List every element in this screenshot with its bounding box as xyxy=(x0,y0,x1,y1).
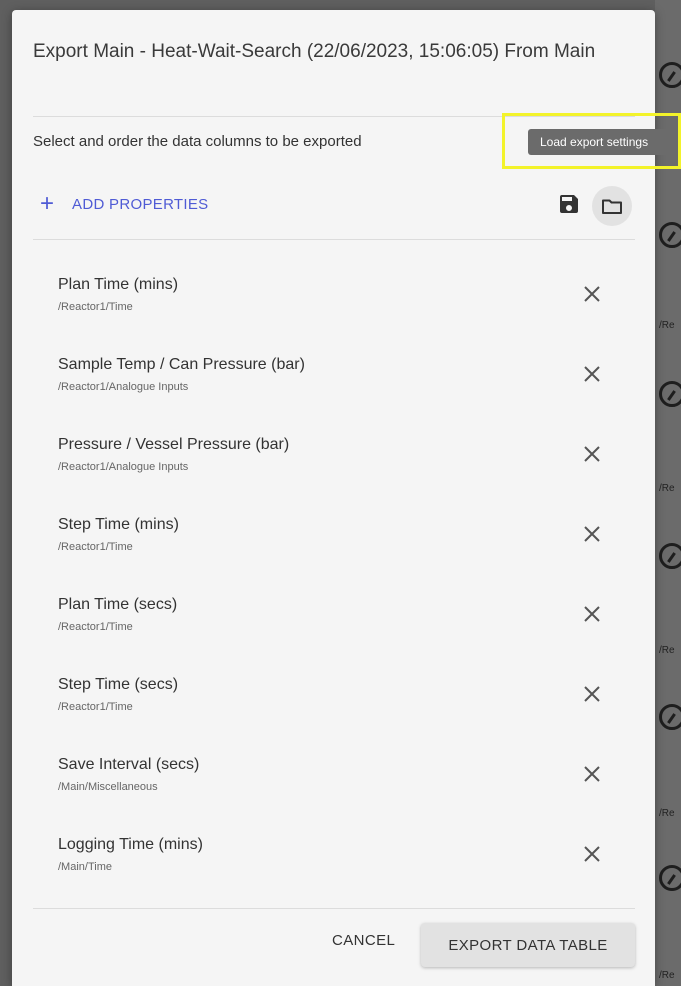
background-path-text: /Re xyxy=(659,483,675,494)
close-icon[interactable] xyxy=(581,443,603,465)
list-item[interactable]: Save Interval (secs) /Main/Miscellaneous xyxy=(33,730,635,810)
add-properties-button[interactable]: + ADD PROPERTIES xyxy=(40,192,208,216)
list-item[interactable]: Step Time (secs) /Reactor1/Time xyxy=(33,650,635,730)
export-data-table-button[interactable]: EXPORT DATA TABLE xyxy=(421,923,635,967)
column-name: Step Time (mins) xyxy=(58,516,179,533)
column-path: /Main/Time xyxy=(58,861,112,873)
divider xyxy=(33,239,635,240)
save-icon xyxy=(560,195,578,213)
dialog-title: Export Main - Heat-Wait-Search (22/06/20… xyxy=(33,41,596,62)
export-column-list: Plan Time (mins) /Reactor1/Time Sample T… xyxy=(33,250,635,890)
column-path: /Reactor1/Time xyxy=(58,621,133,633)
gauge-icon xyxy=(659,704,681,730)
gauge-icon xyxy=(659,865,681,891)
list-item[interactable]: Plan Time (secs) /Reactor1/Time xyxy=(33,570,635,650)
list-item[interactable]: Sample Temp / Can Pressure (bar) /Reacto… xyxy=(33,330,635,410)
column-name: Pressure / Vessel Pressure (bar) xyxy=(58,436,290,453)
background-path-text: /Re xyxy=(659,320,675,331)
close-icon[interactable] xyxy=(581,283,603,305)
gauge-icon xyxy=(659,222,681,248)
column-name: Plan Time (mins) xyxy=(58,276,179,293)
close-icon[interactable] xyxy=(581,683,603,705)
save-settings-button[interactable] xyxy=(557,192,581,216)
background-path-text: /Re xyxy=(659,970,675,981)
background-path-text: /Re xyxy=(659,808,675,819)
divider xyxy=(33,908,635,909)
folder-icon xyxy=(602,199,622,214)
column-name: Sample Temp / Can Pressure (bar) xyxy=(58,356,305,373)
cancel-button[interactable]: CANCEL xyxy=(332,932,395,949)
gauge-icon xyxy=(659,62,681,88)
background-path-text: /Re xyxy=(659,645,675,656)
column-name: Logging Time (mins) xyxy=(58,836,203,853)
list-item[interactable]: Pressure / Vessel Pressure (bar) /Reacto… xyxy=(33,410,635,490)
highlight-box xyxy=(502,113,681,169)
close-icon[interactable] xyxy=(581,363,603,385)
load-settings-button[interactable] xyxy=(592,186,632,226)
column-path: /Reactor1/Time xyxy=(58,541,133,553)
column-path: /Reactor1/Time xyxy=(58,301,133,313)
dialog-subtitle: Select and order the data columns to be … xyxy=(33,133,362,150)
plus-icon: + xyxy=(40,190,55,217)
column-name: Step Time (secs) xyxy=(58,676,179,693)
column-path: /Main/Miscellaneous xyxy=(58,781,158,793)
column-path: /Reactor1/Time xyxy=(58,701,133,713)
close-icon[interactable] xyxy=(581,603,603,625)
list-item[interactable]: Step Time (mins) /Reactor1/Time xyxy=(33,490,635,570)
list-item[interactable]: Plan Time (mins) /Reactor1/Time xyxy=(33,250,635,330)
column-name: Plan Time (secs) xyxy=(58,596,178,613)
close-icon[interactable] xyxy=(581,523,603,545)
list-item[interactable]: Logging Time (mins) /Main/Time xyxy=(33,810,635,890)
add-properties-label: ADD PROPERTIES xyxy=(72,195,209,213)
column-name: Save Interval (secs) xyxy=(58,756,200,773)
gauge-icon xyxy=(659,381,681,407)
column-path: /Reactor1/Analogue Inputs xyxy=(58,381,189,393)
close-icon[interactable] xyxy=(581,843,603,865)
close-icon[interactable] xyxy=(581,763,603,785)
column-path: /Reactor1/Analogue Inputs xyxy=(58,461,189,473)
gauge-icon xyxy=(659,543,681,569)
